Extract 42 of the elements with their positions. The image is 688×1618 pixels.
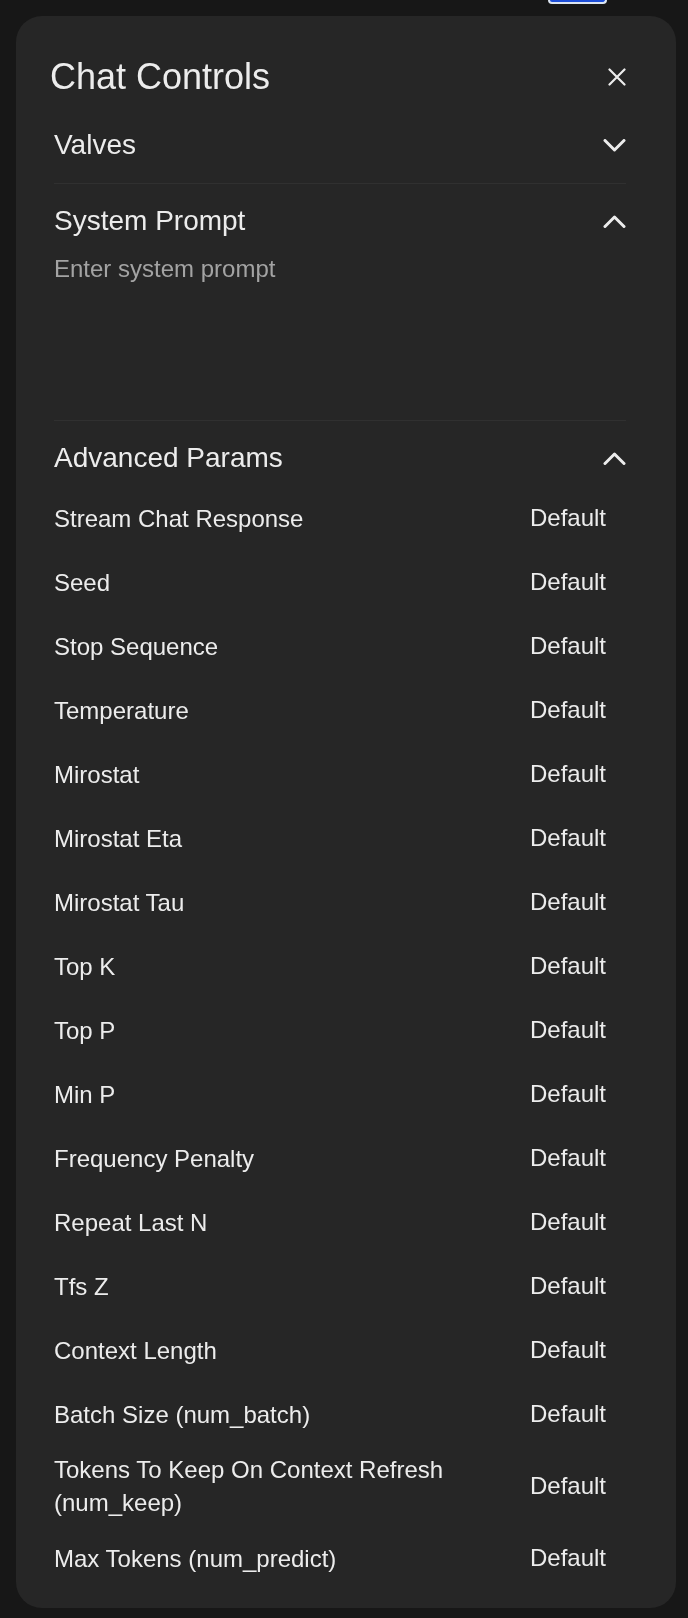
close-icon <box>608 68 626 86</box>
param-label: Stream Chat Response <box>54 503 305 534</box>
param-label: Mirostat <box>54 759 141 790</box>
param-value-button[interactable]: Default <box>509 1133 626 1183</box>
param-value-button[interactable]: Default <box>509 877 626 927</box>
param-label: Mirostat Tau <box>54 887 186 918</box>
param-value-button[interactable]: Default <box>509 1197 626 1247</box>
param-value-button[interactable]: Default <box>509 941 626 991</box>
panel-title: Chat Controls <box>50 57 271 97</box>
param-value-button[interactable]: Default <box>509 749 626 799</box>
param-label: Min P <box>54 1079 117 1110</box>
param-value-button[interactable]: Default <box>509 621 626 671</box>
param-label: Stop Sequence <box>54 631 220 662</box>
section-header-button[interactable]: System Prompt <box>54 203 626 239</box>
close-button[interactable] <box>608 68 626 86</box>
param-label: Top P <box>54 1015 117 1046</box>
param-value-button[interactable]: Default <box>509 1261 626 1311</box>
section-header-button[interactable]: Valves <box>54 127 626 163</box>
param-value-button[interactable]: Default <box>509 557 626 607</box>
param-label: Tfs Z <box>54 1271 110 1302</box>
param-value-button[interactable]: Default <box>509 1533 626 1583</box>
param-label: Repeat Last N <box>54 1207 209 1238</box>
cropped-pill-button[interactable] <box>548 0 607 4</box>
param-label: Batch Size (num_batch) <box>54 1399 312 1430</box>
param-label: Seed <box>54 567 112 598</box>
section-header-button[interactable]: Advanced Params <box>54 440 626 476</box>
param-value-button[interactable]: Default <box>509 493 626 543</box>
param-label: Top K <box>54 951 117 982</box>
param-value-button[interactable]: Default <box>509 685 626 735</box>
param-label: Temperature <box>54 695 190 726</box>
param-value-button[interactable]: Default <box>509 1461 626 1511</box>
param-label: Frequency Penalty <box>54 1143 256 1174</box>
param-label: Max Tokens (num_predict) <box>54 1543 338 1574</box>
param-value-button[interactable]: Default <box>509 1389 626 1439</box>
system-prompt-field[interactable]: Enter system prompt <box>54 253 626 400</box>
param-value-button[interactable]: Default <box>509 813 626 863</box>
param-value-button[interactable]: Default <box>509 1005 626 1055</box>
param-value-button[interactable]: Default <box>509 1325 626 1375</box>
param-label: Tokens To Keep On Context Refresh (num_keep) <box>54 1455 445 1518</box>
param-label: Mirostat Eta <box>54 823 184 854</box>
param-label: Context Length <box>54 1335 218 1366</box>
param-value-button[interactable]: Default <box>509 1069 626 1119</box>
